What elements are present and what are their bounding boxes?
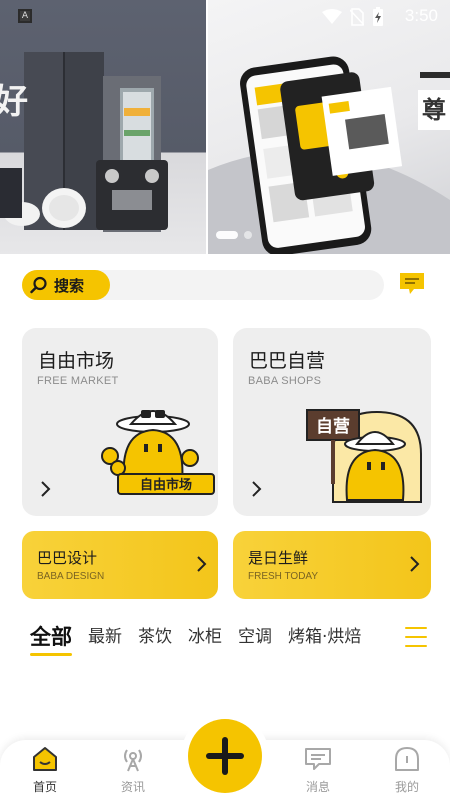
status-bar: A 3:50	[0, 0, 450, 32]
tab-freezers[interactable]: 冰柜	[188, 624, 222, 650]
tab-tea-drinks[interactable]: 茶饮	[138, 624, 172, 650]
banner-slide-app-promo[interactable]: 尊	[208, 0, 450, 254]
plus-icon	[206, 737, 244, 775]
baba-design-subtitle: BABA DESIGN	[37, 571, 105, 582]
fridge-illustration	[0, 52, 168, 232]
app-notification-icon: A	[18, 9, 32, 23]
tab-latest[interactable]: 最新	[88, 624, 122, 650]
menu-line	[405, 645, 427, 647]
wifi-icon	[322, 9, 342, 24]
baba-shops-subtitle: BABA SHOPS	[248, 375, 322, 387]
fresh-today-card[interactable]: 是日生鲜 FRESH TODAY	[233, 531, 431, 599]
battery-charging-icon	[373, 7, 383, 26]
message-button[interactable]	[398, 271, 426, 297]
search-label: 搜索	[54, 276, 85, 295]
free-market-card[interactable]: 自由市场 FREE MARKET 自由市场	[22, 328, 218, 516]
tab-all[interactable]: 全部	[30, 624, 72, 656]
baba-shops-sign-text: 自营	[316, 416, 350, 437]
baba-design-card[interactable]: 巴巴设计 BABA DESIGN	[22, 531, 218, 599]
publish-button[interactable]	[188, 719, 262, 793]
home-icon	[33, 747, 57, 771]
nav-messages[interactable]: 消息	[288, 746, 348, 795]
chevron-right-icon	[252, 481, 262, 497]
status-icons	[322, 7, 384, 27]
nav-profile[interactable]: 我的	[377, 746, 437, 795]
message-icon	[305, 748, 331, 770]
banner-accent-bar	[420, 72, 450, 78]
menu-line	[405, 627, 427, 629]
nav-messages-label: 消息	[305, 780, 330, 794]
mascot-free-market-illustration: 自由市场	[101, 410, 215, 495]
clock: 3:50	[404, 6, 438, 25]
mascot-baba-shops-illustration: 自营	[306, 409, 422, 503]
chevron-right-icon	[41, 481, 51, 497]
search-icon	[30, 276, 47, 294]
nav-home[interactable]: 首页	[15, 746, 75, 795]
baba-shops-title: 巴巴自营	[249, 350, 326, 372]
carousel-dot	[244, 231, 252, 239]
free-market-sign-text: 自由市场	[140, 477, 192, 493]
nav-news[interactable]: 资讯	[103, 746, 163, 795]
nav-news-label: 资讯	[120, 780, 145, 794]
chevron-right-icon	[197, 556, 207, 572]
no-sim-icon	[350, 8, 364, 26]
nav-home-label: 首页	[32, 780, 57, 794]
tab-air-conditioners[interactable]: 空调	[238, 624, 272, 650]
fresh-today-subtitle: FRESH TODAY	[248, 571, 319, 582]
carousel-dot-active	[216, 231, 238, 239]
profile-icon	[395, 747, 419, 771]
category-tabs: 全部 最新 茶饮 冰柜 空调 烤箱·烘焙	[30, 624, 400, 658]
message-icon	[400, 273, 424, 294]
free-market-subtitle: FREE MARKET	[37, 375, 119, 387]
tab-ovens-baking[interactable]: 烤箱·烘焙	[288, 624, 361, 650]
menu-line	[405, 636, 427, 638]
banner-slogan-char-right: 尊	[418, 90, 450, 130]
banner-slogan-char: 好	[0, 82, 28, 122]
carousel-indicator	[216, 231, 252, 239]
category-menu-button[interactable]	[405, 627, 427, 647]
broadcast-icon	[124, 749, 142, 772]
free-market-title: 自由市场	[38, 350, 115, 372]
fresh-today-title: 是日生鲜	[248, 549, 309, 567]
baba-design-title: 巴巴设计	[37, 549, 98, 567]
search-button[interactable]: 搜索	[22, 270, 110, 300]
search-bar[interactable]: 搜索	[22, 270, 384, 300]
chevron-right-icon	[410, 556, 420, 572]
banner-slide-appliances[interactable]: 好	[0, 0, 207, 254]
baba-shops-card[interactable]: 巴巴自营 BABA SHOPS 自营	[233, 328, 431, 516]
phone-illustration	[208, 56, 450, 254]
banner-carousel[interactable]: 好 尊	[0, 0, 450, 254]
nav-profile-label: 我的	[394, 780, 419, 794]
